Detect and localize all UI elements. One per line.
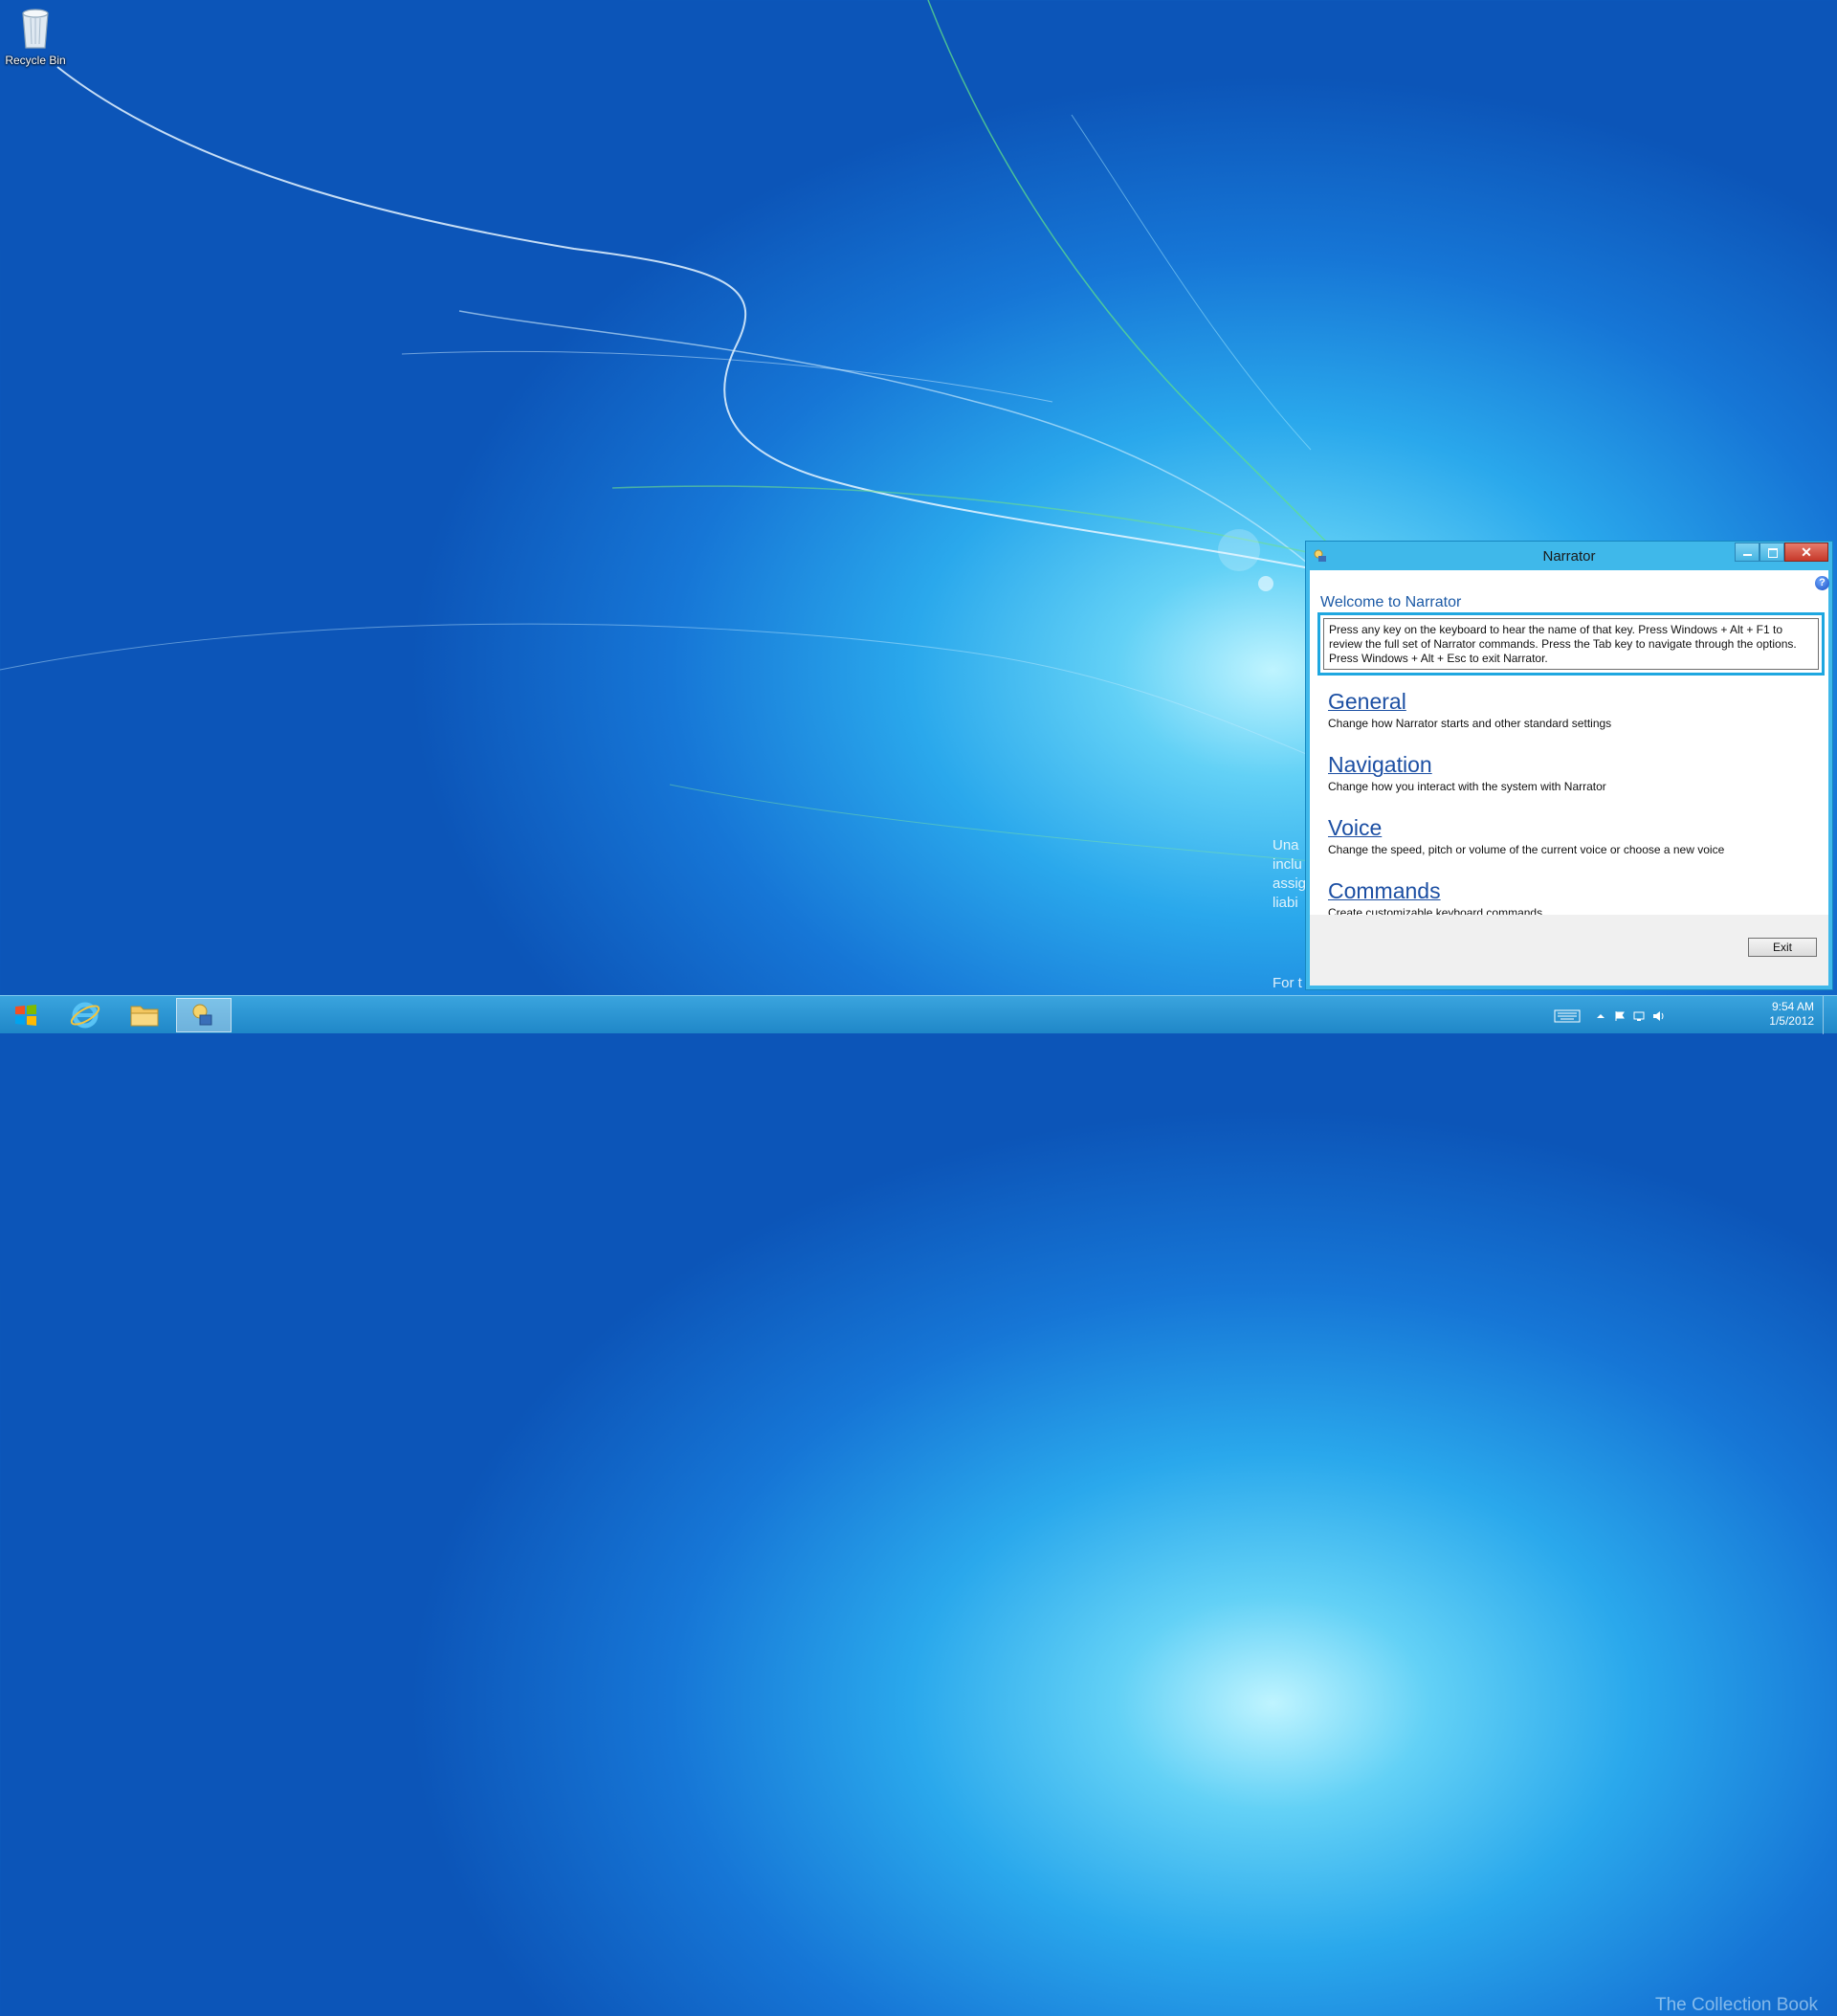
section-general: General Change how Narrator starts and o… — [1328, 689, 1611, 730]
start-button[interactable] — [0, 996, 52, 1034]
commands-link[interactable]: Commands — [1328, 878, 1542, 904]
windows-logo-icon — [15, 1005, 36, 1026]
background-text-line: For t — [1273, 975, 1302, 991]
section-navigation: Navigation Change how you interact with … — [1328, 752, 1606, 793]
help-icon[interactable]: ? — [1815, 576, 1829, 590]
background-text-line: Una — [1273, 837, 1299, 853]
taskbar: The Collection Book 9:54 AM 1/5/2012 — [0, 995, 1837, 2015]
taskbar-file-explorer[interactable] — [117, 998, 172, 1032]
general-description: Change how Narrator starts and other sta… — [1328, 717, 1612, 730]
welcome-heading: Welcome to Narrator — [1320, 594, 1462, 610]
recycle-bin[interactable]: Recycle Bin — [4, 6, 67, 67]
taskbar-narrator[interactable] — [176, 998, 232, 1032]
narrator-content: ? Welcome to Narrator Press any key on t… — [1310, 570, 1829, 919]
title-bar[interactable]: Narrator ✕ — [1306, 542, 1832, 570]
navigation-description: Change how you interact with the system … — [1328, 780, 1606, 793]
clock-date: 1/5/2012 — [1769, 1014, 1814, 1028]
keyboard-icon[interactable] — [1554, 1009, 1581, 1023]
info-line: Press any key on the keyboard to hear th… — [1329, 623, 1783, 636]
action-center-flag-icon[interactable] — [1613, 1009, 1627, 1021]
info-text: Press any key on the keyboard to hear th… — [1323, 618, 1819, 670]
navigation-link[interactable]: Navigation — [1328, 752, 1606, 778]
voice-description: Change the speed, pitch or volume of the… — [1328, 843, 1725, 856]
network-icon[interactable] — [1632, 1009, 1646, 1021]
exit-button[interactable]: Exit — [1748, 938, 1817, 957]
system-tray: 9:54 AM 1/5/2012 — [1550, 996, 1837, 1034]
info-line: review the full set of Narrator commands… — [1329, 637, 1797, 651]
watermark-text: The Collection Book — [1655, 1995, 1819, 2015]
close-button[interactable]: ✕ — [1784, 543, 1828, 562]
maximize-button[interactable] — [1760, 543, 1784, 562]
close-icon: ✕ — [1801, 544, 1812, 560]
show-desktop-button[interactable] — [1823, 996, 1837, 1034]
general-link[interactable]: General — [1328, 689, 1611, 715]
background-text-line: assig — [1273, 875, 1307, 892]
clock[interactable]: 9:54 AM 1/5/2012 — [1769, 1000, 1814, 1029]
info-box[interactable]: Press any key on the keyboard to hear th… — [1317, 612, 1825, 676]
internet-explorer-icon — [70, 1002, 100, 1029]
recycle-bin-label: Recycle Bin — [5, 54, 66, 67]
section-commands: Commands Create customizable keyboard co… — [1328, 878, 1542, 919]
volume-icon[interactable] — [1651, 1009, 1665, 1021]
taskbar-internet-explorer[interactable] — [57, 998, 113, 1032]
voice-link[interactable]: Voice — [1328, 815, 1724, 841]
narrator-window: Narrator ✕ ? Welcome to Narrator Press a… — [1305, 541, 1833, 990]
recycle-bin-icon — [17, 6, 54, 50]
section-voice: Voice Change the speed, pitch or volume … — [1328, 815, 1724, 856]
show-hidden-icons-icon[interactable] — [1594, 1009, 1607, 1021]
folder-icon — [130, 1006, 159, 1027]
minimize-button[interactable] — [1735, 543, 1760, 562]
background-text-line: inclu — [1273, 856, 1302, 873]
background-text: Una inclu assig liabi — [1273, 836, 1306, 913]
clock-time: 9:54 AM — [1771, 1000, 1814, 1013]
info-line: Press Windows + Alt + Esc to exit Narrat… — [1329, 652, 1548, 665]
background-text-line: liabi — [1273, 895, 1298, 911]
narrator-icon — [192, 1004, 212, 1026]
window-footer: Exit — [1310, 915, 1828, 986]
